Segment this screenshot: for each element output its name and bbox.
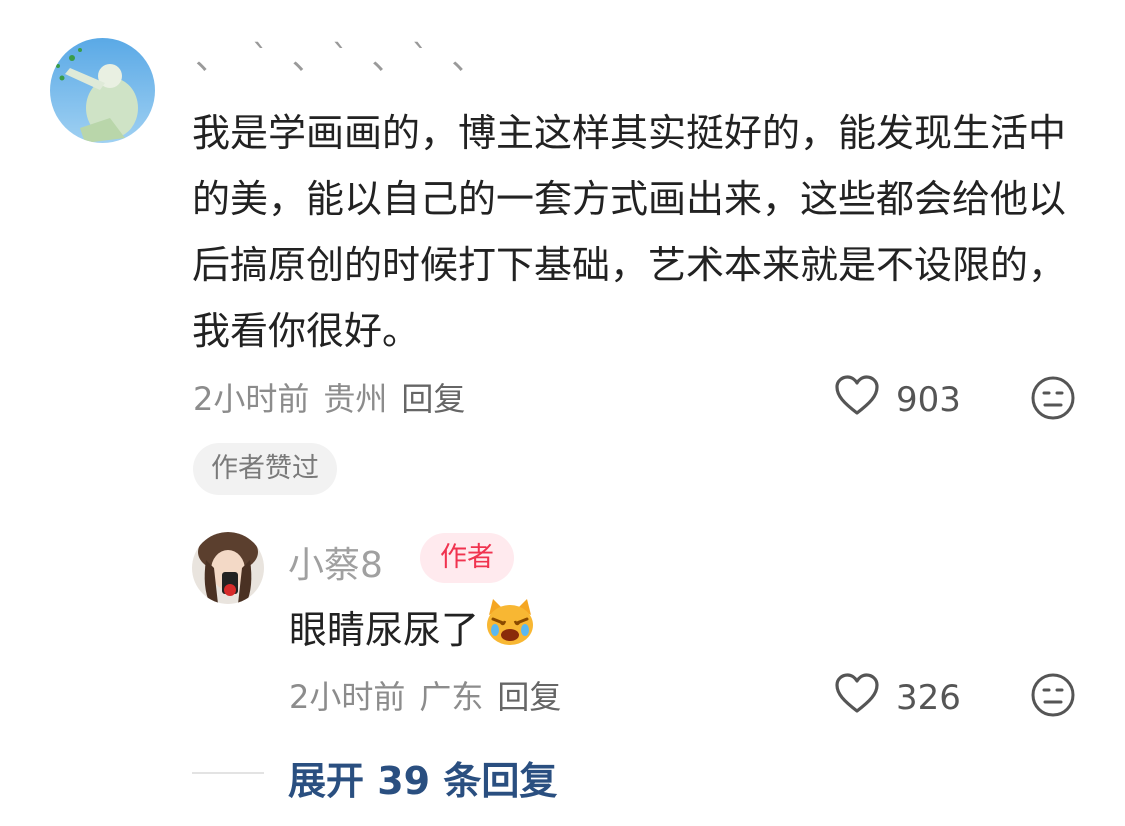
commenter-avatar[interactable]: [50, 38, 155, 143]
crying-cat-emoji-icon: [483, 597, 537, 656]
heart-icon: [834, 672, 880, 723]
comment-like-count: 903: [896, 379, 961, 420]
expand-divider: [192, 772, 264, 774]
reply-avatar[interactable]: [192, 532, 264, 604]
comment-text: 我是学画画的，博主这样其实挺好的，能发现生活中的美，能以自己的一套方式画出来，这…: [192, 111, 1067, 353]
dislike-face-icon[interactable]: [1030, 375, 1076, 421]
reply-text: 眼睛尿尿了: [289, 608, 480, 652]
comment-time: 2小时前: [193, 380, 310, 418]
reply-username[interactable]: 小蔡8: [288, 536, 383, 588]
reply-location: 广东: [419, 678, 484, 716]
author-tag-badge: 作者: [420, 533, 514, 583]
comment-location: 贵州: [323, 380, 388, 418]
reply-like-button[interactable]: 326: [834, 672, 961, 723]
reply-like-count: 326: [896, 677, 961, 718]
heart-icon: [834, 374, 880, 425]
reply-time: 2小时前: [289, 678, 406, 716]
comment-reply-button[interactable]: 回复: [401, 380, 465, 418]
comment-meta: 2小时前 贵州 回复: [193, 374, 479, 420]
reply-meta: 2小时前 广东 回复: [289, 672, 575, 718]
author-liked-badge: 作者赞过: [193, 443, 337, 495]
comment-like-button[interactable]: 903: [834, 374, 961, 425]
reply-text-row: 眼睛尿尿了: [289, 597, 537, 656]
reply-reply-button[interactable]: 回复: [497, 678, 561, 716]
dislike-face-icon[interactable]: [1030, 672, 1076, 718]
commenter-username[interactable]: 、 ˋ 、ˋ 、ˋ 、: [195, 30, 491, 79]
expand-replies-button[interactable]: 展开 39 条回复: [288, 750, 557, 805]
